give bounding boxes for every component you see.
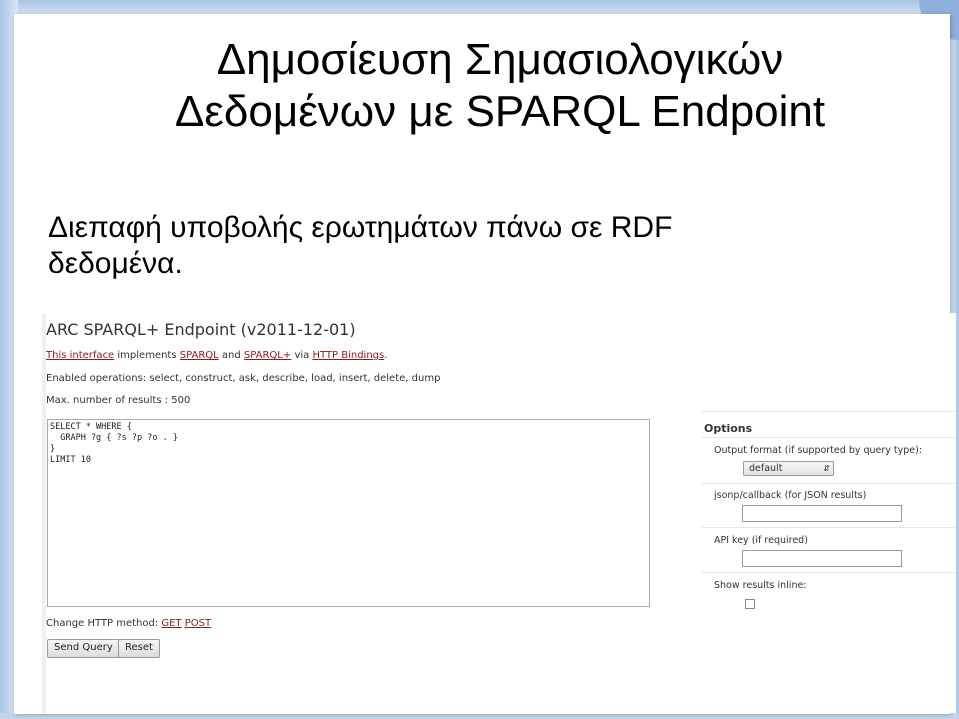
options-divider bbox=[702, 483, 956, 484]
output-format-select[interactable]: default ⇵ bbox=[743, 461, 834, 476]
this-interface-link[interactable]: This interface bbox=[46, 350, 114, 361]
intro-text: This interface implements SPARQL and SPA… bbox=[46, 350, 387, 361]
sparql-plus-link[interactable]: SPARQL+ bbox=[244, 350, 291, 361]
enabled-operations-text: Enabled operations: select, construct, a… bbox=[46, 373, 441, 384]
http-method-row: Change HTTP method: GET POST bbox=[46, 618, 211, 629]
get-method-link[interactable]: GET bbox=[161, 618, 181, 629]
send-query-button[interactable]: Send Query bbox=[47, 639, 120, 658]
slide-subtitle-line1: Διεπαφή υποβολής ερωτημάτων πάνω σε RDF bbox=[48, 211, 673, 244]
options-divider bbox=[702, 572, 956, 573]
reset-button[interactable]: Reset bbox=[118, 639, 160, 658]
output-format-label: Output format (if supported by query typ… bbox=[714, 445, 923, 456]
jsonp-callback-input[interactable] bbox=[742, 505, 902, 522]
api-key-input[interactable] bbox=[742, 550, 902, 567]
intro-text-3: via bbox=[291, 350, 313, 361]
select-arrows-icon: ⇵ bbox=[823, 464, 830, 473]
show-inline-label: Show results inline: bbox=[714, 580, 807, 591]
api-key-label: API key (if required) bbox=[714, 535, 808, 546]
options-divider bbox=[702, 437, 956, 438]
jsonp-callback-label: jsonp/callback (for JSON results) bbox=[714, 490, 867, 501]
query-textarea[interactable]: SELECT * WHERE { GRAPH ?g { ?s ?p ?o . }… bbox=[47, 419, 650, 607]
options-divider bbox=[702, 411, 956, 412]
intro-text-2: and bbox=[218, 350, 244, 361]
slide-subtitle-line2: δεδομένα. bbox=[48, 247, 183, 280]
endpoint-screenshot: ARC SPARQL+ Endpoint (v2011-12-01) This … bbox=[42, 313, 956, 713]
options-divider bbox=[702, 527, 956, 528]
show-inline-checkbox[interactable] bbox=[745, 599, 755, 609]
slide-subtitle: Διεπαφή υποβολής ερωτημάτων πάνω σε RDF … bbox=[48, 210, 808, 282]
intro-text-4: . bbox=[384, 350, 388, 361]
http-method-label: Change HTTP method: bbox=[46, 618, 162, 629]
sparql-link[interactable]: SPARQL bbox=[180, 350, 219, 361]
max-results-text: Max. number of results : 500 bbox=[46, 395, 191, 406]
http-bindings-link[interactable]: HTTP Bindings bbox=[312, 350, 384, 361]
slide-title-line1: Δημοσίευση Σημασιολογικών bbox=[216, 35, 784, 84]
intro-text-1: implements bbox=[114, 350, 180, 361]
post-method-link[interactable]: POST bbox=[185, 618, 211, 629]
output-format-value: default bbox=[749, 463, 783, 474]
options-title: Options bbox=[704, 422, 753, 435]
slide-title-line2: Δεδομένων με SPARQL Endpoint bbox=[174, 87, 826, 136]
endpoint-heading: ARC SPARQL+ Endpoint (v2011-12-01) bbox=[46, 320, 356, 339]
slide-title: Δημοσίευση Σημασιολογικών Δεδομένων με S… bbox=[60, 34, 940, 138]
